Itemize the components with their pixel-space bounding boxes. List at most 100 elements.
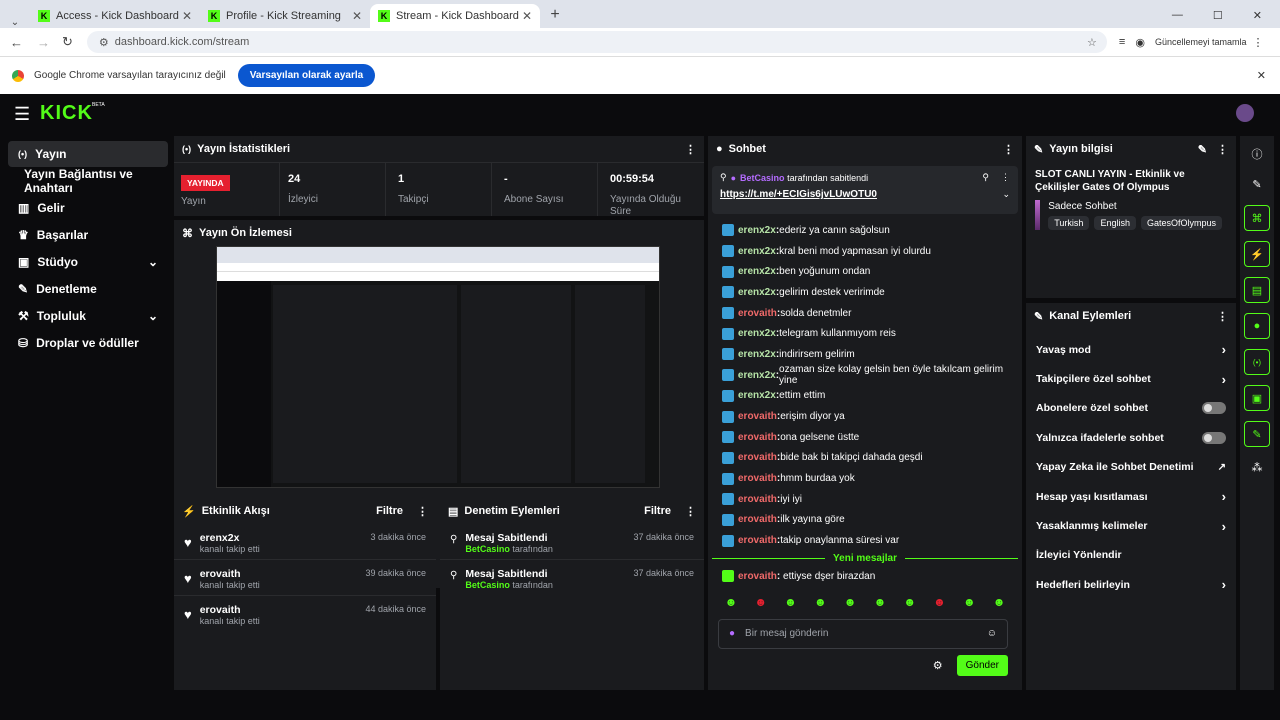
minimize-icon[interactable]: — [1172,9,1183,22]
action-ai-moderation[interactable]: Yapay Zeka ile Sohbet Denetimi ↗ [1026,453,1236,482]
sidebar-item-yayin[interactable]: (•) Yayın [8,141,168,167]
sidebar-item-basarilar[interactable]: ♛ Başarılar [8,222,168,248]
chat-username[interactable]: erovaith [738,494,777,505]
emote-icon[interactable]: ☻ [844,595,857,609]
action-host-viewers[interactable]: İzleyici Yönlendir [1026,541,1236,570]
menu-icon[interactable]: ⋮ [1252,36,1263,49]
sidebar-item-gelir[interactable]: ▥ Gelir [8,195,168,221]
browser-tab[interactable]: K Profile - Kick Streaming ✕ [200,4,370,28]
send-button[interactable]: Gönder [956,654,1008,676]
customize-icon[interactable]: ⁂ [1240,461,1274,474]
bolt-icon[interactable]: ⚡ [1244,241,1270,267]
chat-settings-icon[interactable]: ⚙ [933,659,943,672]
broadcast-icon[interactable]: (•) [1244,349,1270,375]
sidebar-item-studyo[interactable]: ▣ Stüdyo ⌄ [8,249,168,275]
chat-username[interactable]: erenx2x [738,225,776,236]
stream-preview-video[interactable] [216,246,660,488]
unpin-icon[interactable]: ⚲ [982,172,989,183]
tab-search-icon[interactable]: ⌄ [0,17,30,28]
emote-icon[interactable]: ☻ [963,595,976,609]
chat-bubble-icon[interactable]: ● [1244,313,1270,339]
sidebar-item-topluluk[interactable]: ⚒ Topluluk ⌄ [8,303,168,329]
sidebar-item-denetleme[interactable]: ✎ Denetleme [8,276,168,302]
toggle-switch[interactable] [1202,402,1226,415]
more-icon[interactable]: ⋮ [417,505,428,518]
update-button[interactable]: Güncellemeyi tamamla [1155,37,1247,47]
close-window-icon[interactable]: ✕ [1253,9,1262,22]
chat-username[interactable]: erovaith [738,432,777,443]
more-icon[interactable]: ⋮ [1217,310,1228,323]
emote-icon[interactable]: ☻ [874,595,887,609]
emoji-icon[interactable]: ☺ [987,628,997,639]
close-icon[interactable]: ✕ [182,9,192,23]
chat-username[interactable]: erovaith [738,514,777,525]
emote-icon[interactable]: ☻ [933,595,946,609]
wrench-icon[interactable]: ✎ [1244,421,1270,447]
close-icon[interactable]: ✕ [1257,69,1266,82]
emote-icon[interactable]: ☻ [903,595,916,609]
browser-tab-active[interactable]: K Stream - Kick Dashboard ✕ [370,4,540,28]
chat-username[interactable]: erenx2x [738,266,776,277]
chat-username[interactable]: erenx2x [738,287,776,298]
chat-username[interactable]: erovaith [738,411,777,422]
media-icon[interactable]: ≡ [1119,36,1125,48]
heart-icon: ♥ [184,571,192,586]
close-icon[interactable]: ✕ [352,9,362,23]
chat-username[interactable]: erovaith [738,535,777,546]
toggle-switch[interactable] [1202,431,1226,444]
more-icon[interactable]: ⋮ [685,143,696,156]
profile-icon[interactable]: ◉ [1135,36,1145,49]
chat-username[interactable]: erenx2x [738,328,776,339]
chat-username[interactable]: erovaith [738,473,777,484]
chevron-down-icon[interactable]: ⌄ [1002,189,1010,200]
chat-username[interactable]: erovaith [738,452,777,463]
chat-username[interactable]: erenx2x [738,349,776,360]
maximize-icon[interactable]: ☐ [1213,9,1223,22]
more-icon[interactable]: ⋮ [1001,172,1010,183]
chat-username[interactable]: erenx2x [738,246,776,257]
chat-username[interactable]: erovaith [738,308,777,319]
new-tab-button[interactable]: + [540,6,570,24]
action-set-goals[interactable]: Hedefleri belirleyin › [1026,570,1236,599]
site-info-icon[interactable]: ⚙ [99,36,109,49]
action-slow-mode[interactable]: Yavaş mod › [1026,335,1236,364]
sidebar-item-droplar[interactable]: ⛁ Droplar ve ödüller [8,330,168,356]
url-field[interactable]: ⚙ dashboard.kick.com/stream ☆ [86,31,1107,53]
set-default-button[interactable]: Varsayılan olarak ayarla [237,64,376,87]
chat-input[interactable]: ● Bir mesaj gönderin ☺ [718,618,1008,649]
hamburger-menu-icon[interactable]: ☰ [14,104,30,125]
reload-icon[interactable]: ↻ [62,34,73,50]
action-account-age[interactable]: Hesap yaşı kısıtlaması › [1026,482,1236,511]
edit-icon[interactable]: ✎ [1198,143,1207,156]
sidebar-item-stream-key[interactable]: Yayın Bağlantısı ve Anahtarı [8,167,168,195]
emote-icon[interactable]: ☻ [784,595,797,609]
preview-toggle-icon[interactable]: ⌘ [1244,205,1270,231]
chat-message: erovaith: erişim diyor ya [708,406,1022,427]
emote-icon[interactable]: ☻ [754,595,767,609]
chat-username[interactable]: erenx2x [738,370,776,381]
bookmark-star-icon[interactable]: ☆ [1087,36,1097,49]
filter-button[interactable]: Filtre [376,505,403,517]
kick-logo[interactable]: KICK [40,102,93,125]
forward-icon[interactable]: → [37,35,50,50]
avatar[interactable] [1236,104,1254,122]
edit-icon[interactable]: ✎ [1240,178,1274,191]
emote-icon[interactable]: ☻ [814,595,827,609]
filter-button[interactable]: Filtre [644,505,671,517]
document-icon[interactable]: ▤ [1244,277,1270,303]
pinned-link[interactable]: https://t.me/+ECIGis6jvLUwOTU0 [720,189,877,200]
back-icon[interactable]: ← [10,35,23,50]
browser-tab[interactable]: K Access - Kick Dashboard ✕ [30,4,200,28]
close-icon[interactable]: ✕ [522,9,532,23]
action-followers-only[interactable]: Takipçilere özel sohbet › [1026,364,1236,393]
emote-icon[interactable]: ☻ [993,595,1006,609]
panels-icon[interactable]: ▣ [1244,385,1270,411]
emote-icon[interactable]: ☻ [725,595,738,609]
more-icon[interactable]: ⋮ [1003,143,1014,156]
action-banned-words[interactable]: Yasaklanmış kelimeler › [1026,511,1236,540]
info-icon[interactable]: ⓘ [1240,146,1274,162]
sidebar: (•) Yayın Yayın Bağlantısı ve Anahtarı ▥ G… [8,141,168,356]
more-icon[interactable]: ⋮ [1217,143,1228,156]
more-icon[interactable]: ⋮ [685,505,696,518]
chat-username[interactable]: erenx2x [738,390,776,401]
